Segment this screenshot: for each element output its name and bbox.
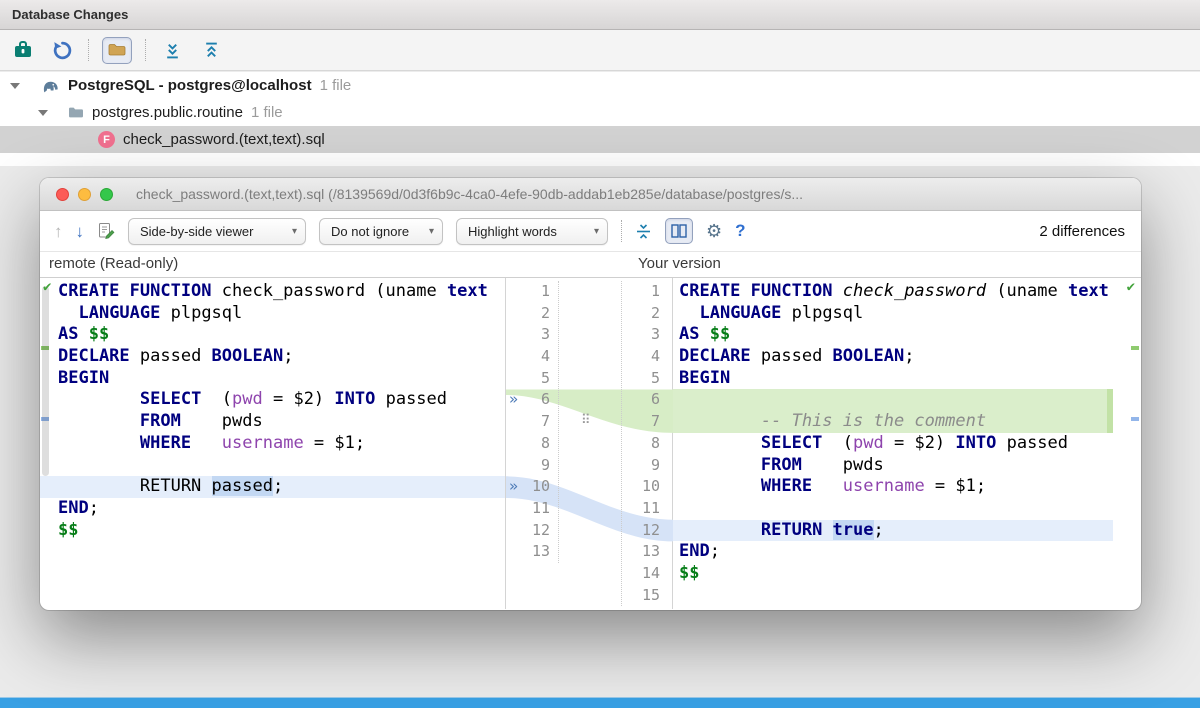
next-difference-button[interactable]: ↓ [76, 223, 85, 240]
changes-tree: PostgreSQL - postgres@localhost 1 file p… [0, 72, 1200, 166]
collapse-all-icon [205, 42, 217, 57]
highlight-mode-value: Highlight words [468, 223, 557, 239]
left-pane-title: remote (Read-only) [49, 255, 179, 272]
window-controls [56, 188, 113, 201]
chevron-down-icon: ▾ [593, 225, 599, 237]
diff-pane-headers: remote (Read-only) Your version [40, 252, 1141, 278]
chevron-expanded-icon[interactable] [38, 109, 48, 116]
collapse-unchanged-button[interactable] [635, 223, 652, 240]
settings-gear-button[interactable]: ⚙ [706, 222, 722, 240]
left-editor-pane[interactable]: ✔ CREATE FUNCTION check_password (uname … [40, 278, 506, 609]
folder-group-icon [108, 44, 126, 56]
dialog-titlebar[interactable]: check_password.(text,text).sql (/8139569… [40, 178, 1141, 211]
close-window-button[interactable] [56, 188, 69, 201]
viewer-mode-value: Side-by-side viewer [140, 223, 254, 239]
dialog-title: check_password.(text,text).sql (/8139569… [136, 186, 803, 202]
tree-item-file-selected[interactable]: F check_password.(text,text).sql [0, 126, 1200, 153]
commit-icon [15, 41, 31, 57]
screen: Database Changes PostgreSQL - postgres@l… [0, 0, 1200, 708]
differences-count: 2 differences [1039, 222, 1125, 240]
chevron-expanded-icon[interactable] [10, 82, 20, 89]
apply-change-icon[interactable]: » [509, 476, 518, 498]
expand-all-icon [166, 43, 178, 58]
tree-item-label: postgres.public.routine [92, 104, 243, 121]
tree-item-label: check_password.(text,text).sql [123, 131, 325, 148]
whitespace-policy-dropdown[interactable]: Do not ignore ▾ [319, 217, 443, 245]
help-button[interactable]: ? [735, 221, 745, 241]
left-code[interactable]: CREATE FUNCTION check_password (uname te… [40, 281, 505, 563]
minimize-window-button[interactable] [78, 188, 91, 201]
toolbar-separator [88, 39, 89, 61]
left-scrollbar-thumb[interactable] [42, 286, 49, 476]
scrollmap-insert-mark[interactable] [1131, 346, 1139, 350]
tree-item-meta: 1 file [319, 77, 352, 94]
main-toolbar [0, 30, 1200, 71]
diff-gutter: 1 2 3 4 5» 6 7 8 9» 10 11 12 13 1 2 3 4 5 6 7 8 9 10 11 12 13 14 1… [506, 278, 673, 609]
highlight-mode-dropdown[interactable]: Highlight words ▾ [456, 217, 608, 245]
diff-code-area: ✔ CREATE FUNCTION check_password (uname … [40, 278, 1141, 609]
function-file-icon: F [98, 131, 115, 148]
toolbar-separator [621, 220, 622, 242]
bottom-strip [0, 697, 1200, 708]
collapse-unchanged-icon [637, 223, 650, 239]
diff-dialog: check_password.(text,text).sql (/8139569… [40, 178, 1141, 610]
tree-item-schema[interactable]: postgres.public.routine 1 file [0, 99, 1200, 126]
right-line-numbers: 1 2 3 4 5 6 7 8 9 10 11 12 13 14 15 [621, 281, 673, 607]
right-pane-title: Your version [638, 255, 721, 272]
left-line-numbers: 1 2 3 4 5» 6 7 8 9» 10 11 12 13 [506, 281, 559, 563]
window-title: Database Changes [12, 7, 129, 22]
previous-difference-button[interactable]: ↑ [54, 223, 63, 240]
toolbar-separator [145, 39, 146, 61]
sync-scroll-toggle[interactable] [665, 218, 693, 244]
edit-icon [99, 223, 115, 240]
whitespace-policy-value: Do not ignore [331, 223, 410, 239]
rollback-button[interactable] [49, 37, 75, 63]
tree-item-label: PostgreSQL - postgres@localhost [68, 77, 312, 94]
right-editor-pane[interactable]: ✔ CREATE FUNCTION check_password (uname … [673, 278, 1141, 609]
edit-file-button[interactable] [97, 222, 115, 240]
chevron-down-icon: ▾ [291, 225, 297, 237]
scrollmap-change-mark[interactable] [1131, 417, 1139, 421]
rollback-icon [53, 41, 71, 59]
diff-toolbar: ↑ ↓ Side-by-side viewer ▾ Do not ignore … [40, 211, 1141, 252]
expand-all-button[interactable] [159, 37, 185, 63]
changes-applied-check-icon: ✔ [1126, 279, 1135, 295]
changes-applied-check-icon: ✔ [43, 279, 52, 295]
window-titlebar: Database Changes [0, 0, 1200, 30]
chevron-down-icon: ▾ [428, 225, 434, 237]
folder-icon [69, 107, 83, 118]
group-by-directory-toggle[interactable] [102, 36, 132, 64]
splitter-drag-handle-icon[interactable]: ⠿ [581, 413, 591, 428]
apply-change-icon[interactable]: » [509, 389, 518, 411]
sync-panes-icon [671, 224, 687, 238]
collapse-all-button[interactable] [198, 37, 224, 63]
tree-item-connection[interactable]: PostgreSQL - postgres@localhost 1 file [0, 72, 1200, 99]
commit-button[interactable] [10, 37, 36, 63]
postgresql-icon [43, 81, 58, 92]
right-code[interactable]: CREATE FUNCTION check_password (uname te… [673, 281, 1141, 606]
zoom-window-button[interactable] [100, 188, 113, 201]
viewer-mode-dropdown[interactable]: Side-by-side viewer ▾ [128, 217, 306, 245]
tree-item-meta: 1 file [250, 104, 283, 121]
